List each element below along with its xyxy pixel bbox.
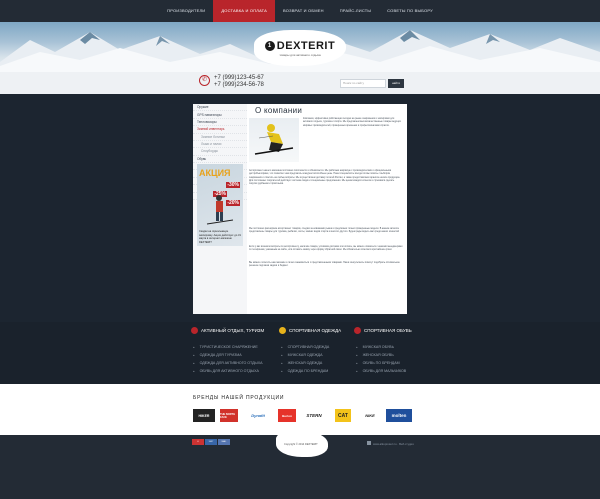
feature-link[interactable]: Одежда по брендам: [281, 369, 329, 373]
search-input[interactable]: Поиск по сайту: [340, 79, 386, 88]
feature-link[interactable]: Спортивная одежда: [281, 345, 330, 349]
page-title: О компании: [255, 106, 303, 115]
feature-link[interactable]: Женская обувь: [356, 353, 394, 357]
paragraph-3: Если у вас возникли вопросы по ассортиме…: [249, 246, 403, 252]
sidebar-item-gps[interactable]: GPS навигаторы: [193, 111, 247, 119]
brand-logo-cat[interactable]: CAT: [335, 409, 351, 422]
counter-segment: MAIL: [218, 439, 230, 445]
nav-item-tips[interactable]: Советы по выбору: [379, 0, 441, 22]
developer-link[interactable]: www.alkuprotect.ru · Веб-студия: [373, 442, 414, 446]
nav-item-manufacturers[interactable]: Производители: [159, 0, 213, 22]
sidebar-item-thermal[interactable]: Тепловизоры: [193, 119, 247, 127]
skier-photo-illustration: [254, 124, 294, 155]
feature-icon-clothing: [279, 327, 286, 334]
paragraph-1: Ассортимент нашего магазина постоянно по…: [249, 170, 401, 186]
sidebar-subitem-snowboards[interactable]: Сноуборды: [193, 148, 247, 156]
feature-heading-clothing[interactable]: Спортивная одежда: [289, 328, 341, 333]
site-logo[interactable]: 1 DEXTERIT товары для активного отдыха: [254, 30, 346, 66]
logo-mark-icon: 1: [264, 40, 275, 51]
feature-icon-tourism: [191, 327, 198, 334]
logo-tagline: товары для активного отдыха: [279, 52, 321, 57]
feature-heading-tourism[interactable]: Активный отдых, туризм: [201, 328, 264, 333]
feature-icon-shoes: [354, 327, 361, 334]
intro-text: Компания, эффективно работающая сегодня …: [303, 118, 401, 127]
brands-section: [0, 384, 600, 435]
skier-photo: [249, 118, 299, 162]
feature-link[interactable]: Обувь по брендам: [356, 361, 400, 365]
sidebar-subitem-boots[interactable]: Зимние ботинки: [193, 134, 247, 141]
visitor-counter[interactable]: LI 9437 MAIL: [192, 439, 230, 445]
feature-link[interactable]: Одежда для активного отдыха: [193, 361, 263, 365]
feature-link[interactable]: Мужская одежда: [281, 353, 323, 357]
brand-logo-hiker[interactable]: HIKER: [193, 409, 215, 422]
brand-logo-burton[interactable]: Burton: [278, 409, 296, 422]
brand-logo-nike[interactable]: NIKE: [360, 409, 380, 422]
promo-caption: Скидки на горнолыжную экипировку. Акция …: [199, 230, 241, 244]
nav-item-delivery[interactable]: Доставка и оплата: [213, 0, 276, 22]
phone-number-1[interactable]: +7 (999)123-45-67: [214, 75, 264, 81]
feature-link[interactable]: Одежда для туризма: [193, 353, 242, 357]
feature-link[interactable]: Туристическое снаряжение: [193, 345, 258, 349]
sidebar-subitem-skis[interactable]: Лыжи и палки: [193, 141, 247, 149]
contact-bar: [0, 72, 600, 94]
sidebar-item-weapons[interactable]: Оружие: [193, 104, 247, 112]
counter-segment: LI: [192, 439, 204, 445]
search-button[interactable]: найти: [388, 79, 404, 88]
nav-item-returns[interactable]: Возврат и обмен: [275, 0, 332, 22]
brand-logo-stern[interactable]: STERN: [302, 409, 326, 422]
feature-link[interactable]: Обувь для активного отдыха: [193, 369, 259, 373]
category-sidebar: Оружие GPS навигаторы Тепловизоры Зимний…: [193, 104, 247, 314]
feature-heading-shoes[interactable]: Спортивная обувь: [364, 328, 412, 333]
counter-segment: 9437: [205, 439, 217, 445]
feature-link[interactable]: Мужская обувь: [356, 345, 394, 349]
page: Производители Доставка и оплата Возврат …: [0, 0, 600, 499]
phone-number-2[interactable]: +7 (999)234-56-78: [214, 82, 264, 88]
logo-brand-text: DEXTERIT: [276, 39, 336, 52]
footer-copyright: Copyright © 2014 DEXTERIT: [284, 443, 318, 446]
brand-logo-molten[interactable]: molten: [386, 409, 412, 422]
promo-banner[interactable]: АКЦИЯ -30% -25% -20% Скидки на горнолыжн…: [197, 164, 243, 246]
nav-item-pricelists[interactable]: Прайс-листы: [332, 0, 379, 22]
paragraph-4: Вы можете посетить наш магазин и лично о…: [249, 262, 400, 268]
sidebar-item-shoes[interactable]: Обувь: [193, 156, 247, 163]
brands-title: Бренды нашей продукции: [193, 395, 285, 401]
logo-wordmark: 1 DEXTERIT: [264, 39, 336, 52]
content-panel: Оружие GPS навигаторы Тепловизоры Зимний…: [193, 104, 407, 314]
phone-icon: ✆: [199, 75, 210, 86]
paragraph-2: Мы постоянно расширяем ассортимент товар…: [249, 228, 400, 234]
developer-icon: [367, 441, 371, 445]
brand-logo-dynafit[interactable]: Dynafit: [245, 409, 271, 422]
sidebar-item-winter[interactable]: Зимний инвентарь: [193, 126, 247, 134]
feature-link[interactable]: Женская одежда: [281, 361, 323, 365]
top-nav: Производители Доставка и оплата Возврат …: [0, 0, 600, 22]
feature-link[interactable]: Обувь для мальчиков: [356, 369, 407, 373]
brand-logo-northface[interactable]: THE NORTH FACE: [220, 409, 238, 422]
